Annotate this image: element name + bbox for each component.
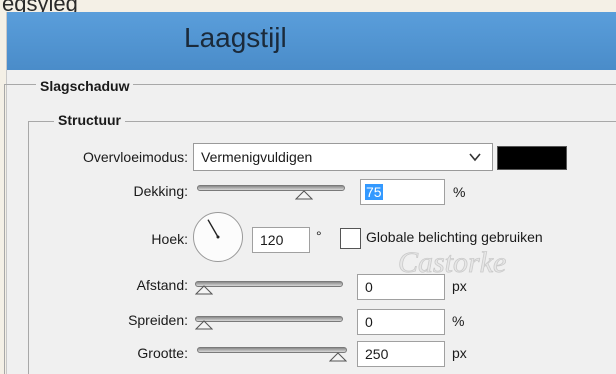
- blend-mode-value: Vermenigvuldigen: [201, 149, 313, 165]
- distance-input[interactable]: 0: [357, 274, 445, 300]
- title-bar: Laagstijl: [7, 12, 616, 70]
- opacity-slider-track[interactable]: [197, 185, 345, 191]
- angle-dial[interactable]: [193, 212, 243, 262]
- spread-unit: %: [452, 313, 465, 329]
- opacity-label: Dekking:: [133, 183, 188, 199]
- shadow-color-swatch[interactable]: [497, 146, 567, 170]
- section-title: Slagschaduw: [36, 78, 134, 94]
- global-light-label: Globale belichting gebruiken: [366, 229, 543, 245]
- distance-label: Afstand:: [136, 277, 188, 293]
- angle-label: Hoek:: [151, 231, 188, 247]
- global-light-checkbox[interactable]: [340, 228, 361, 249]
- angle-value: 120: [260, 232, 284, 248]
- blend-mode-label: Overvloeimodus:: [82, 149, 188, 165]
- chevron-down-icon: [469, 153, 481, 162]
- size-input[interactable]: 250: [357, 341, 445, 367]
- size-label: Grootte:: [137, 345, 188, 361]
- distance-slider-track[interactable]: [195, 281, 343, 287]
- size-unit: px: [452, 345, 467, 361]
- size-value: 250: [365, 346, 389, 362]
- angle-input[interactable]: 120: [252, 227, 310, 253]
- spread-slider-track[interactable]: [195, 316, 343, 322]
- opacity-value: 75: [365, 184, 383, 200]
- distance-value: 0: [365, 279, 373, 295]
- size-slider-track[interactable]: [197, 347, 347, 353]
- distance-unit: px: [452, 278, 467, 294]
- opacity-input[interactable]: 75: [360, 179, 445, 205]
- spread-label: Spreiden:: [128, 312, 188, 328]
- group-title: Structuur: [54, 112, 125, 128]
- spread-value: 0: [365, 314, 373, 330]
- size-slider-thumb[interactable]: [329, 352, 347, 362]
- spread-slider-thumb[interactable]: [195, 320, 213, 330]
- blend-mode-select[interactable]: Vermenigvuldigen: [193, 143, 493, 171]
- window-title: Laagstijl: [184, 22, 287, 53]
- opacity-unit: %: [453, 184, 466, 200]
- angle-unit: °: [316, 228, 322, 244]
- distance-slider-thumb[interactable]: [195, 285, 213, 295]
- opacity-slider-thumb[interactable]: [294, 190, 313, 200]
- spread-input[interactable]: 0: [357, 309, 445, 335]
- angle-dial-needle: [207, 219, 220, 239]
